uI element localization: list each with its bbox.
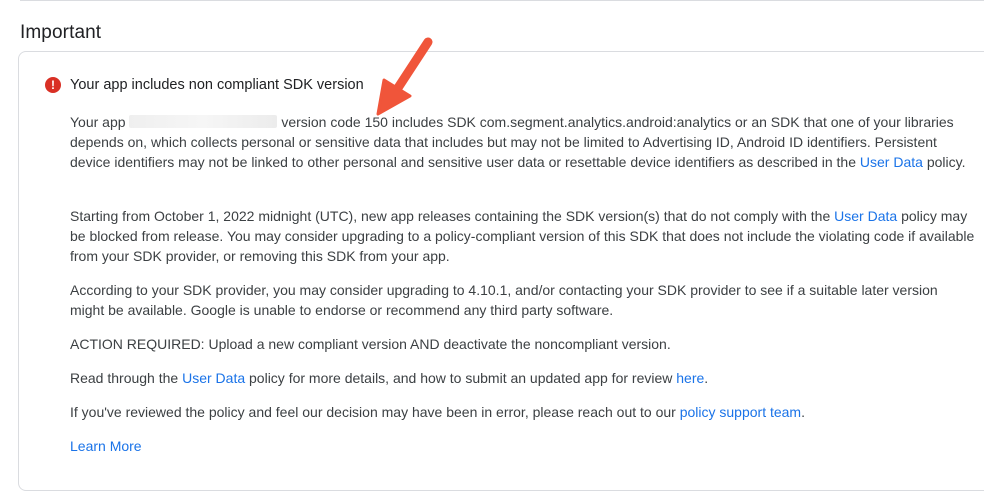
paragraph-text: Read through the	[70, 370, 179, 386]
red-arrow-icon	[376, 37, 433, 116]
top-divider	[20, 0, 984, 1]
learn-more-row: Learn More	[70, 436, 975, 456]
paragraph-text: Your app	[70, 114, 126, 130]
redacted-package-name	[129, 115, 278, 128]
paragraph-text: Starting from October 1, 2022 midnight (…	[70, 208, 831, 224]
paragraph-text: ACTION REQUIRED: Upload a new compliant …	[70, 336, 671, 352]
paragraph-appeal: If you've reviewed the policy and feel o…	[70, 402, 975, 422]
user-data-policy-link[interactable]: User Data	[182, 370, 245, 386]
paragraph-sdk-provider: According to your SDK provider, you may …	[70, 280, 975, 320]
section-title: Important	[20, 22, 102, 43]
paragraph-action-required: ACTION REQUIRED: Upload a new compliant …	[70, 334, 975, 354]
paragraph-text: If you've reviewed the policy and feel o…	[70, 404, 676, 420]
learn-more-link[interactable]: Learn More	[70, 438, 142, 454]
error-icon: !	[45, 77, 61, 93]
submit-review-here-link[interactable]: here	[676, 370, 704, 386]
user-data-policy-link[interactable]: User Data	[834, 208, 897, 224]
alert-title: Your app includes non compliant SDK vers…	[70, 77, 364, 93]
paragraph-sdk-details: Your app version code 150 includes SDK c…	[70, 112, 975, 172]
paragraph-text: .	[801, 404, 805, 420]
paragraph-text: policy for more details, and how to subm…	[249, 370, 673, 386]
paragraph-text: According to your SDK provider, you may …	[70, 282, 938, 318]
paragraph-text: .	[704, 370, 709, 386]
user-data-policy-link[interactable]: User Data	[860, 154, 923, 170]
policy-support-team-link[interactable]: policy support team	[680, 404, 801, 420]
paragraph-deadline: Starting from October 1, 2022 midnight (…	[70, 206, 975, 266]
paragraph-read-policy: Read through the User Data policy for mo…	[70, 368, 975, 388]
paragraph-text: policy.	[926, 154, 966, 170]
